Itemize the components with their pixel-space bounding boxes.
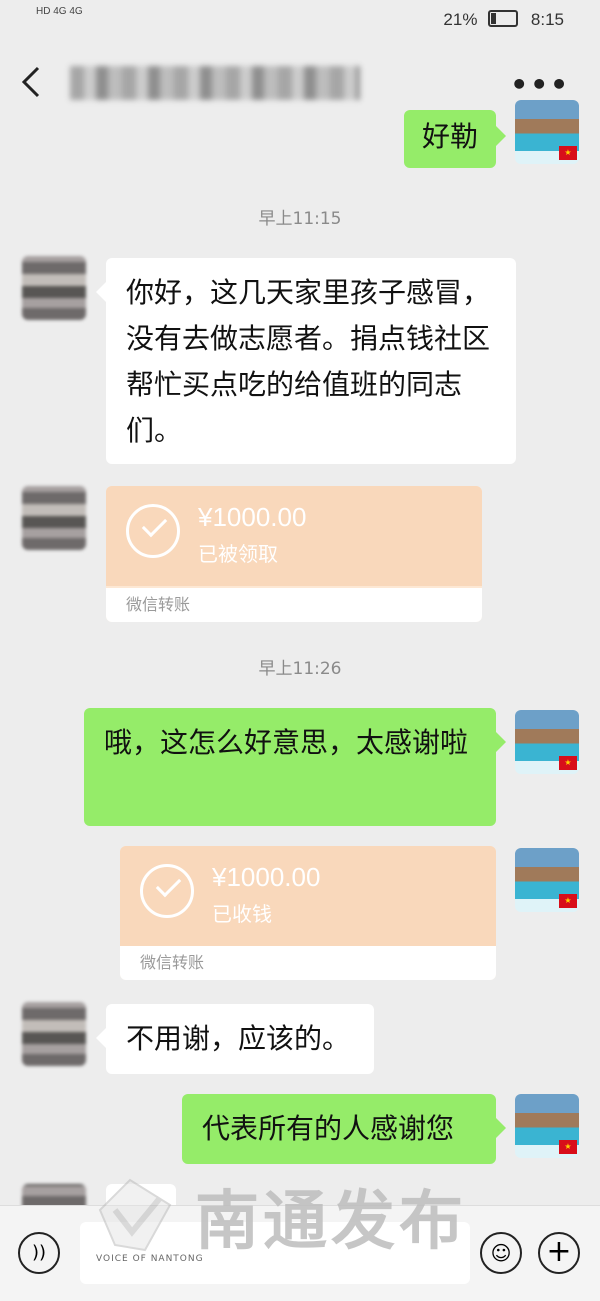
avatar-other[interactable] <box>22 486 86 550</box>
message-bubble-self[interactable]: 哦，这怎么好意思，太感谢啦 <box>84 708 506 826</box>
contact-name-blurred <box>70 66 360 100</box>
transfer-state: 已收钱 <box>212 902 272 926</box>
flag-icon: ★ <box>559 1140 577 1154</box>
timestamp: 早上11:15 <box>258 209 342 229</box>
chat-header: ••• <box>0 44 600 120</box>
transfer-state: 已被领取 <box>198 542 278 566</box>
flag-icon: ★ <box>559 894 577 908</box>
transfer-card[interactable]: ¥1000.00 已被领取 微信转账 <box>106 486 482 622</box>
battery-icon <box>488 10 519 27</box>
emoji-icon[interactable]: ☺ <box>480 1232 522 1274</box>
message-text: 你好，这几天家里孩子感冒，没有去做志愿者。捐点钱社区帮忙买点吃的给值班的同志们。 <box>126 276 491 447</box>
avatar-other[interactable] <box>22 256 86 320</box>
flag-icon: ★ <box>559 146 577 160</box>
transfer-amount: ¥1000.00 <box>198 502 307 532</box>
timestamp: 早上11:26 <box>258 659 342 679</box>
plus-icon[interactable]: + <box>538 1232 580 1274</box>
transfer-footer: 微信转账 <box>106 588 482 622</box>
transfer-footer: 微信转账 <box>120 946 496 980</box>
avatar-self[interactable]: ★ <box>515 1094 579 1158</box>
transfer-card[interactable]: ¥1000.00 已收钱 微信转账 <box>120 846 496 980</box>
check-icon <box>126 504 180 558</box>
avatar-self[interactable]: ★ <box>515 100 579 164</box>
watermark-text: 南通发布 <box>195 1185 467 1259</box>
avatar-self[interactable]: ★ <box>515 710 579 774</box>
network-indicator: HD 4G 4G <box>36 6 83 17</box>
message-text: 不用谢，应该的。 <box>126 1022 351 1055</box>
flag-icon: ★ <box>559 756 577 770</box>
message-bubble-self[interactable]: 代表所有的人感谢您 <box>182 1094 506 1164</box>
message-text: 哦，这怎么好意思，太感谢啦 <box>104 726 469 759</box>
message-bubble-other[interactable]: 你好，这几天家里孩子感冒，没有去做志愿者。捐点钱社区帮忙买点吃的给值班的同志们。 <box>96 258 516 464</box>
battery-percent: 21% <box>443 10 478 29</box>
chevron-left-icon[interactable] <box>20 66 42 98</box>
voice-icon[interactable]: )) <box>18 1232 60 1274</box>
clock: 8:15 <box>530 10 564 29</box>
transfer-amount: ¥1000.00 <box>212 862 321 892</box>
avatar-other[interactable] <box>22 1002 86 1066</box>
status-right: 21% 8:15 <box>443 10 564 30</box>
watermark-subtext: VOICE OF NANTONG <box>96 1254 204 1264</box>
check-icon <box>140 864 194 918</box>
status-bar: HD 4G 4G 21% 8:15 <box>0 0 600 44</box>
more-button[interactable]: ••• <box>510 68 570 101</box>
avatar-self[interactable]: ★ <box>515 848 579 912</box>
message-bubble-other[interactable]: 不用谢，应该的。 <box>96 1004 374 1074</box>
message-text: 好勒 <box>422 120 479 153</box>
message-bubble-self[interactable]: 好勒 <box>404 110 506 168</box>
watermark-logo <box>98 1178 172 1252</box>
message-text: 代表所有的人感谢您 <box>202 1112 455 1145</box>
